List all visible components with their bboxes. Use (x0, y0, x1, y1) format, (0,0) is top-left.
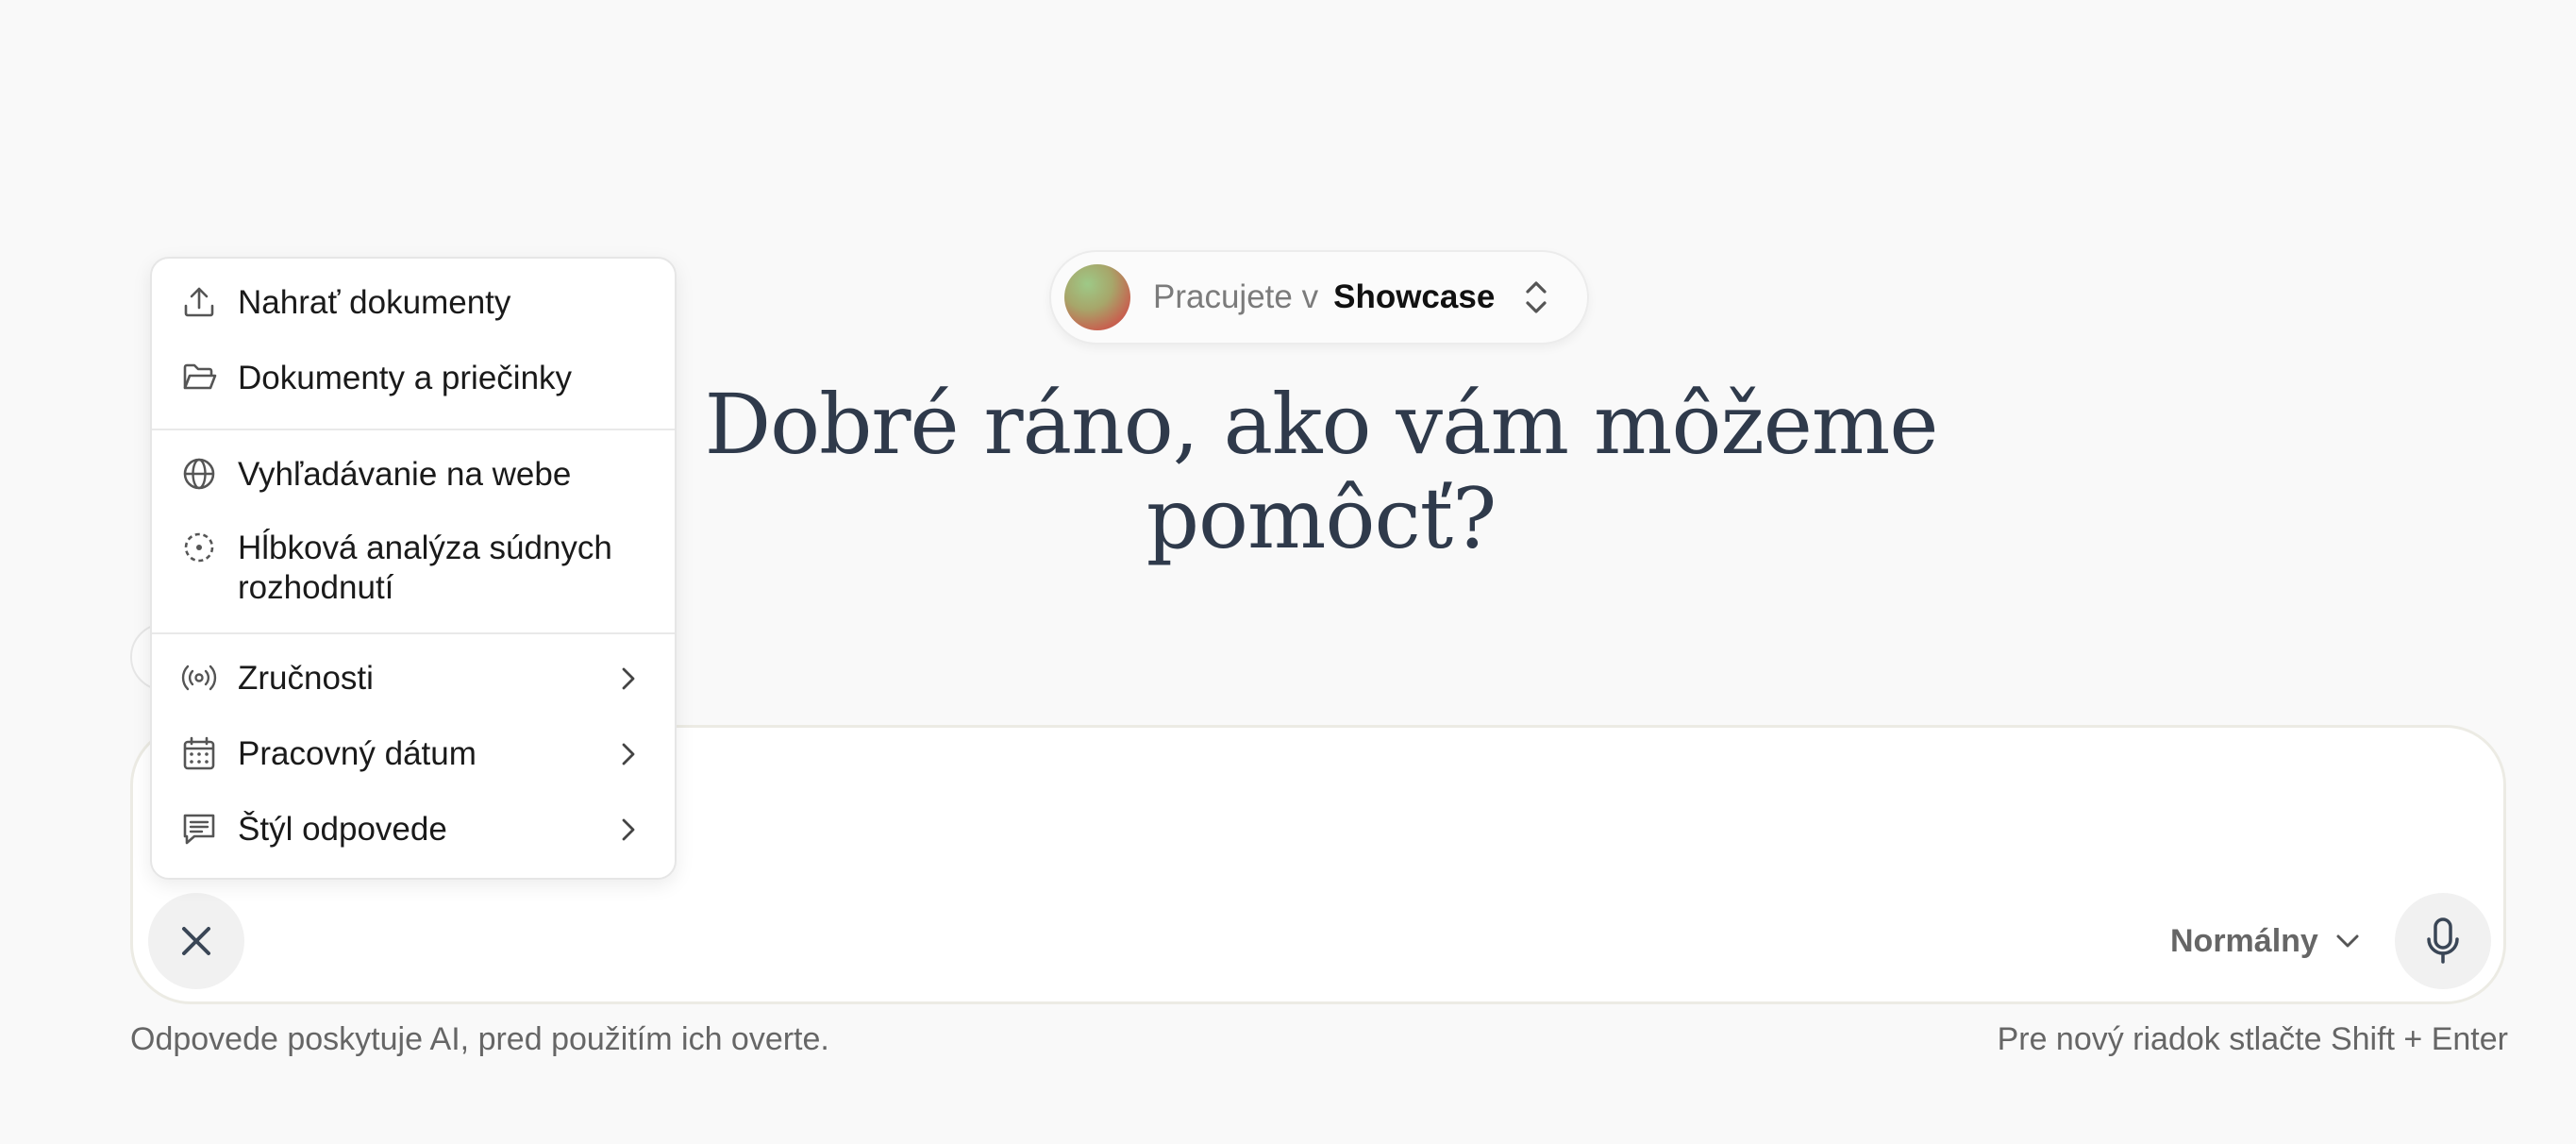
menu-item-working-date[interactable]: Pracovný dátum (152, 734, 675, 791)
attachment-menu: Nahrať dokumenty Dokumenty a priečinky V… (150, 257, 677, 880)
menu-item-web-search[interactable]: Vyhľadávanie na webe (152, 455, 675, 512)
chevron-right-icon (622, 667, 635, 690)
menu-item-label: Dokumenty a priečinky (238, 360, 573, 396)
chevron-up-down-icon (1526, 281, 1547, 313)
globe-icon (183, 458, 215, 490)
menu-item-label: Zručnosti (238, 660, 374, 697)
newline-hint: Pre nový riadok stlačte Shift + Enter (1997, 1021, 2508, 1057)
workspace-selector[interactable]: Pracujete v Showcase (1049, 250, 1589, 345)
greeting-line-2: pomôcť? (1146, 470, 1497, 567)
menu-divider (152, 429, 675, 430)
menu-item-response-style[interactable]: Štýl odpovede (152, 810, 675, 866)
calendar-icon (183, 736, 215, 770)
response-mode-select[interactable]: Normálny (2170, 919, 2362, 963)
menu-item-label: Hĺbková analýza súdnych rozhodnutí (238, 530, 612, 606)
dashed-circle-icon (184, 532, 214, 563)
workspace-prefix: Pracujete v (1153, 278, 1319, 315)
folder-open-icon (183, 363, 217, 390)
menu-item-skills[interactable]: Zručnosti (152, 659, 675, 715)
menu-item-documents-folders[interactable]: Dokumenty a priečinky (152, 359, 675, 415)
close-icon (182, 927, 210, 955)
upload-icon (184, 287, 214, 317)
menu-item-label: Vyhľadávanie na webe (238, 456, 572, 493)
workspace-avatar (1064, 264, 1130, 330)
chevron-right-icon (622, 743, 635, 765)
chevron-down-icon (2336, 934, 2359, 948)
broadcast-icon (181, 665, 217, 691)
menu-item-deep-analysis[interactable]: Hĺbková analýza súdnych rozhodnutí (152, 529, 675, 614)
close-menu-button[interactable] (148, 893, 244, 989)
greeting-line-1: Dobré ráno, ako vám môžeme (704, 376, 1939, 473)
response-mode-label: Normálny (2170, 922, 2318, 959)
microphone-icon (2427, 917, 2459, 964)
menu-item-label: Pracovný dátum (238, 735, 477, 772)
menu-divider (152, 632, 675, 634)
page: Pracujete v Showcase Dobré ráno, ako vám… (0, 0, 2576, 1144)
microphone-button[interactable] (2395, 893, 2491, 989)
message-lines-icon (183, 814, 215, 845)
chevron-right-icon (622, 818, 635, 841)
greeting-heading: Dobré ráno, ako vám môžeme pomôcť? (661, 378, 1982, 566)
menu-item-label: Nahrať dokumenty (238, 284, 511, 321)
menu-item-label: Štýl odpovede (238, 811, 447, 848)
menu-item-upload-documents[interactable]: Nahrať dokumenty (152, 283, 675, 340)
ai-disclaimer: Odpovede poskytuje AI, pred použitím ich… (130, 1021, 829, 1057)
workspace-name: Showcase (1333, 278, 1496, 315)
